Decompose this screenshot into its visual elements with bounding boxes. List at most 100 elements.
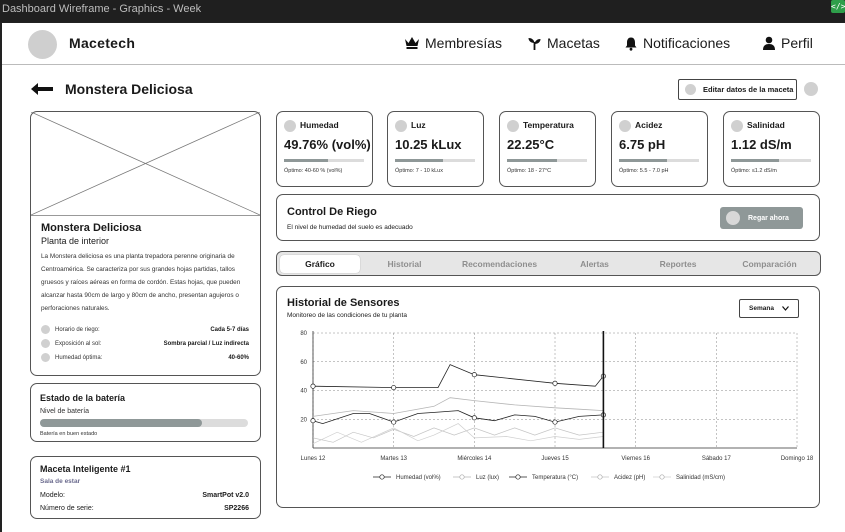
- humidity-icon: [41, 353, 50, 362]
- series-point: [471, 415, 477, 421]
- x-tick-label: Domingo 18: [781, 456, 814, 462]
- sun-icon: [41, 339, 50, 348]
- tab-historial[interactable]: Historial: [367, 255, 442, 273]
- chart-subtitle: Monitoreo de las condiciones de tu plant…: [287, 312, 407, 319]
- series-line: [312, 364, 604, 388]
- nav-label: Macetas: [547, 35, 600, 51]
- sensor-card-acidez[interactable]: Acidez 6.75 pH Óptimo: 5.5 - 7.0 pH: [611, 111, 708, 187]
- plant-image-placeholder: [31, 112, 260, 216]
- range-select[interactable]: Semana: [739, 299, 799, 318]
- series-point: [552, 380, 558, 386]
- legend-marker: [459, 474, 465, 480]
- sensor-bar: [284, 159, 364, 162]
- chevron-down-icon: [782, 306, 789, 311]
- y-tick-label: 60: [300, 360, 307, 366]
- battery-title: Estado de la batería: [40, 393, 126, 403]
- tab-comparacion[interactable]: Comparación: [727, 255, 812, 273]
- options-icon[interactable]: [804, 82, 818, 96]
- sensor-bar-fill: [284, 159, 328, 162]
- nav-item-macetas[interactable]: Macetas: [527, 35, 600, 51]
- detail-value: 40-60%: [228, 355, 249, 361]
- back-arrow-icon[interactable]: [30, 82, 54, 96]
- brand-name: Macetech: [69, 35, 136, 51]
- legend-marker: [379, 474, 385, 480]
- battery-status: Batería en buen estado: [40, 431, 98, 437]
- series-line: [312, 410, 604, 425]
- sensor-name: Temperatura: [523, 120, 574, 130]
- x-tick-label: Lunes 12: [301, 456, 326, 462]
- chart-title: Historial de Sensores: [287, 297, 400, 309]
- crown-icon: [405, 37, 419, 49]
- nav-label: Membresías: [425, 35, 503, 51]
- sensor-name: Acidez: [635, 120, 663, 130]
- legend-marker: [597, 474, 603, 480]
- user-icon: [763, 36, 775, 50]
- legend-label: Temperatura (°C): [532, 475, 578, 481]
- sensor-bar-fill: [731, 159, 779, 162]
- nav-label: Notificaciones: [643, 35, 731, 51]
- x-tick-label: Sábado 17: [702, 456, 732, 462]
- sensor-value: 22.25°C: [507, 137, 555, 152]
- tab-alertas[interactable]: Alertas: [557, 255, 632, 273]
- legend-label: Salinidad (mS/cm): [676, 475, 725, 481]
- salinity-sensor-icon: [731, 120, 743, 132]
- sensor-name: Humedad: [300, 120, 339, 130]
- nav-item-membresias[interactable]: Membresías: [404, 35, 502, 51]
- sensor-card-temperatura[interactable]: Temperatura 22.25°C Óptimo: 18 - 27°C: [499, 111, 596, 187]
- view-tabs: Gráfico Historial Recomendaciones Alerta…: [276, 251, 821, 276]
- legend-marker: [515, 474, 521, 480]
- sensor-history-card: 20 40 60 80 Lunes 12 Martes 13 Miércoles 14 Jue…: [276, 286, 820, 508]
- sensor-card-humedad[interactable]: Humedad 49.76% (vol%) Óptimo: 40-60 % (v…: [276, 111, 373, 187]
- sensor-value: 1.12 dS/m: [731, 137, 792, 152]
- series-point: [310, 383, 316, 389]
- detail-label: Exposición al sol:: [55, 341, 102, 347]
- battery-card: Estado de la batería Nivel de batería Ba…: [30, 383, 261, 442]
- water-drop-icon: [726, 211, 740, 225]
- x-tick-label: Miércoles 14: [457, 456, 492, 462]
- plant-name: Monstera Deliciosa: [41, 222, 142, 234]
- plant-type: Planta de interior: [41, 236, 110, 246]
- logo-icon: [28, 30, 57, 59]
- pot-location: Sala de estar: [40, 478, 81, 485]
- plant-description: La Monstera deliciosa es una planta trep…: [41, 253, 241, 312]
- range-select-value: Semana: [749, 305, 774, 312]
- sensor-value: 6.75 pH: [619, 137, 666, 152]
- sensor-optimal: Óptimo: ≤1.2 dS/m: [731, 168, 777, 174]
- sensor-card-salinidad[interactable]: Salinidad 1.12 dS/m Óptimo: ≤1.2 dS/m: [723, 111, 820, 187]
- sensor-bar: [507, 159, 587, 162]
- plant-icon: [528, 37, 541, 50]
- sensor-optimal: Óptimo: 40-60 % (vol%): [284, 168, 343, 174]
- battery-level-label: Nivel de batería: [40, 408, 90, 415]
- top-navbar: Macetech Membresías Macetas Notificacion…: [2, 23, 845, 65]
- series-point: [391, 385, 397, 391]
- detail-label: Humedad óptima:: [55, 355, 103, 361]
- legend-label: Luz (lux): [476, 475, 499, 481]
- irrigation-title: Control De Riego: [287, 206, 377, 218]
- pot-row-label: Modelo:: [40, 492, 65, 499]
- sensor-card-luz[interactable]: Luz 10.25 kLux Óptimo: 7 - 10 kLux: [387, 111, 484, 187]
- pot-row-value: SmartPot v2.0: [202, 492, 249, 499]
- page-header: Monstera Deliciosa Editar datos de la ma…: [2, 73, 845, 107]
- pot-card: Maceta Inteligente #1 Sala de estar Mode…: [30, 456, 261, 519]
- pot-row-value: SP2266: [224, 505, 249, 512]
- pot-model-row: Modelo: SmartPot v2.0: [40, 492, 249, 499]
- nav-item-notificaciones[interactable]: Notificaciones: [624, 35, 730, 51]
- sensor-value: 10.25 kLux: [395, 137, 462, 152]
- series-point: [391, 419, 397, 425]
- tab-recomendaciones[interactable]: Recomendaciones: [447, 255, 552, 273]
- tab-reportes[interactable]: Reportes: [639, 255, 717, 273]
- sensor-optimal: Óptimo: 5.5 - 7.0 pH: [619, 168, 669, 174]
- humidity-sensor-icon: [284, 120, 296, 132]
- water-now-label: Regar ahora: [748, 214, 789, 222]
- y-tick-label: 20: [300, 417, 307, 423]
- edit-pot-button[interactable]: Editar datos de la maceta: [678, 79, 797, 100]
- detail-value: Cada 5-7 días: [210, 327, 249, 333]
- pot-serial-row: Número de serie: SP2266: [40, 505, 249, 512]
- detail-watering: Horario de riego: Cada 5-7 días: [41, 325, 249, 336]
- code-badge-icon[interactable]: </>: [831, 0, 845, 13]
- ph-sensor-icon: [619, 120, 631, 132]
- water-now-button[interactable]: Regar ahora: [720, 207, 803, 229]
- sensor-name: Salinidad: [747, 120, 785, 130]
- tab-grafico[interactable]: Gráfico: [280, 255, 360, 273]
- nav-item-perfil[interactable]: Perfil: [762, 35, 813, 51]
